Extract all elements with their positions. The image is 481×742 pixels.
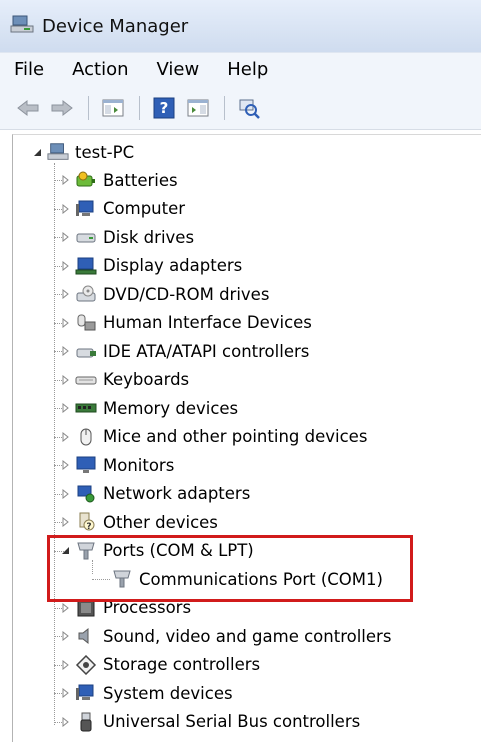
tree-item-label: Batteries [103,170,178,190]
tree-item-label: Monitors [103,455,175,475]
disk-drive-icon [75,227,97,247]
expand-arrow-icon[interactable] [59,374,71,386]
expand-arrow-icon[interactable] [59,203,71,215]
tree-item-label: IDE ATA/ATAPI controllers [103,341,310,361]
expand-arrow-icon[interactable] [59,516,71,528]
tree-category-item[interactable]: System devices [59,681,233,705]
expand-arrow-icon[interactable] [59,231,71,243]
expand-arrow-icon[interactable] [59,174,71,186]
sound-icon [75,626,97,646]
expand-arrow-icon[interactable] [59,402,71,414]
tree-category-item[interactable]: Network adapters [59,482,250,506]
menu-view[interactable]: View [157,59,200,80]
expand-arrow-icon[interactable] [59,459,71,471]
tree-item-label: Mice and other pointing devices [103,427,368,446]
tree-item-label: Human Interface Devices [103,313,312,332]
tree-root-label: test-PC [75,142,135,162]
keyboard-icon [75,370,97,390]
computer-icon [47,142,69,162]
unknown-device-icon: ? [75,512,97,532]
tree-item-label: Keyboards [103,370,190,389]
tree-item-label: Universal Serial Bus controllers [103,712,361,731]
tree-category-item[interactable]: Memory devices [59,396,238,420]
hid-icon [75,313,97,333]
ide-controller-icon [75,341,97,361]
expand-arrow-icon[interactable] [59,716,71,728]
toolbar-separator [224,95,225,120]
tree-category-item[interactable]: Batteries [59,168,178,192]
usb-icon [75,712,97,732]
tree-category-item[interactable]: Storage controllers [59,653,260,677]
menu-file[interactable]: File [14,59,44,80]
window-title: Device Manager [42,15,189,37]
menu-help[interactable]: Help [227,59,268,80]
tree-category-item[interactable]: Universal Serial Bus controllers [59,710,360,734]
expand-arrow-icon[interactable] [59,345,71,357]
forward-arrow-icon[interactable] [48,94,76,122]
network-adapter-icon [75,484,97,504]
tree-item-label: DVD/CD-ROM drives [103,284,270,304]
toolbar-separator [139,95,140,120]
toolbar-separator [88,95,89,120]
title-bar: Device Manager [0,0,481,52]
expand-arrow-icon[interactable] [59,488,71,500]
svg-text:?: ? [160,99,169,117]
toolbar: ? [0,86,481,130]
memory-icon [75,398,97,418]
tree-category-item[interactable]: Sound, video and game controllers [59,624,391,648]
scan-hardware-icon[interactable] [235,94,263,122]
storage-controller-icon [75,654,97,675]
highlight-box [47,535,413,602]
back-arrow-icon[interactable] [14,94,42,122]
tree-category-item[interactable]: Mice and other pointing devices [59,425,367,449]
tree-item-label: Network adapters [103,484,251,503]
tree-category-item[interactable]: Monitors [59,453,174,477]
tree-category-item[interactable]: Human Interface Devices [59,311,312,335]
computer-icon [75,199,97,219]
tree-category-item[interactable]: IDE ATA/ATAPI controllers [59,339,309,363]
monitor-icon [75,455,97,475]
dvd-drive-icon [75,284,97,304]
expand-arrow-icon[interactable] [59,659,71,671]
tree-item-label: Storage controllers [103,655,261,674]
system-devices-icon [75,683,97,703]
device-tree: test-PC Batteries Computer Disk drives Disp… [12,134,481,742]
expand-arrow-icon[interactable] [59,630,71,642]
menu-action[interactable]: Action [72,59,128,80]
svg-text:?: ? [86,522,91,532]
expand-arrow-icon[interactable] [59,260,71,272]
tree-category-item[interactable]: Keyboards [59,368,189,392]
battery-icon [75,170,97,190]
tree-category-item[interactable]: ? Other devices [59,510,218,534]
tree-category-item[interactable]: Disk drives [59,225,194,249]
tree-connector [54,163,55,725]
collapse-arrow-icon[interactable] [31,146,43,158]
tree-item-label: Display adapters [103,256,243,275]
tree-category-item[interactable]: Display adapters [59,254,242,278]
show-hide-console-tree-icon[interactable] [99,94,127,122]
tree-item-label: Sound, video and game controllers [103,626,392,646]
display-adapter-icon [75,256,97,276]
tree-item-label: Computer [103,199,186,218]
expand-arrow-icon[interactable] [59,602,71,614]
expand-arrow-icon[interactable] [59,317,71,329]
tree-root[interactable]: test-PC [31,140,134,164]
help-icon[interactable]: ? [150,94,178,122]
expand-arrow-icon[interactable] [59,687,71,699]
device-manager-icon [10,13,34,39]
tree-item-label: Other devices [103,512,218,532]
expand-arrow-icon[interactable] [59,431,71,443]
mouse-icon [75,427,97,447]
tree-item-label: Disk drives [103,227,195,247]
tree-item-label: System devices [103,683,233,703]
tree-category-item[interactable]: DVD/CD-ROM drives [59,282,269,306]
expand-arrow-icon[interactable] [59,288,71,300]
tree-item-label: Memory devices [103,398,239,418]
menu-bar: File Action View Help [0,52,481,86]
tree-category-item[interactable]: Computer [59,197,185,221]
properties-pane-icon[interactable] [184,94,212,122]
